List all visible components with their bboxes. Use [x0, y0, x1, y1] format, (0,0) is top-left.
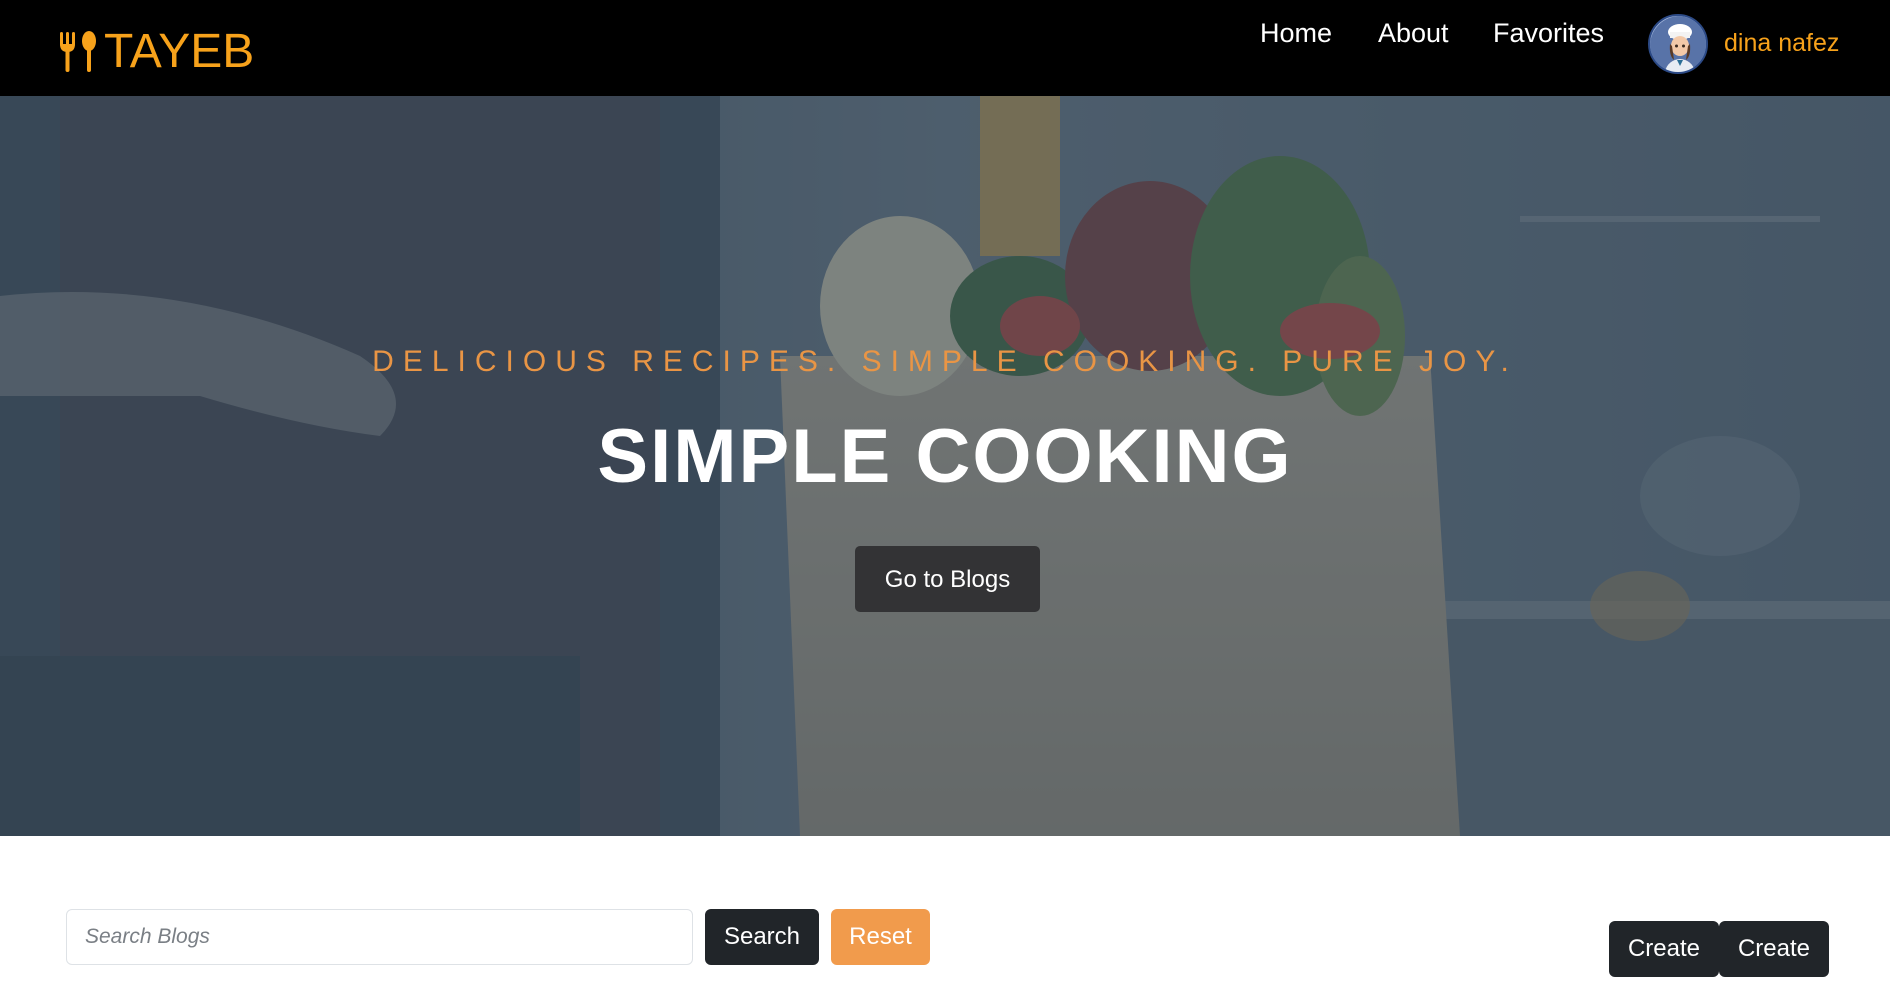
search-blogs-input[interactable]: [66, 909, 693, 965]
create-button[interactable]: Create: [1609, 921, 1719, 977]
create-button-secondary[interactable]: Create: [1719, 921, 1829, 977]
brand-logo[interactable]: TAYEB: [58, 28, 254, 76]
reset-button[interactable]: Reset: [831, 909, 930, 965]
nav-home-link[interactable]: Home: [1260, 17, 1332, 49]
search-button[interactable]: Search: [705, 909, 819, 965]
user-avatar[interactable]: [1648, 14, 1708, 74]
hero-title: SIMPLE COOKING: [597, 414, 1293, 499]
navbar: TAYEB Home About Favorites dina nafez: [0, 0, 1890, 96]
go-to-blogs-button[interactable]: Go to Blogs: [855, 546, 1040, 612]
hero-tagline: DELICIOUS RECIPES. SIMPLE COOKING. PURE …: [372, 345, 1518, 378]
nav-favorites-link[interactable]: Favorites: [1493, 17, 1604, 49]
brand-name: TAYEB: [104, 25, 255, 78]
fork-spoon-icon: [58, 30, 98, 74]
hero-banner: DELICIOUS RECIPES. SIMPLE COOKING. PURE …: [0, 96, 1890, 836]
nav-about-link[interactable]: About: [1378, 17, 1449, 49]
user-name[interactable]: dina nafez: [1724, 28, 1839, 58]
